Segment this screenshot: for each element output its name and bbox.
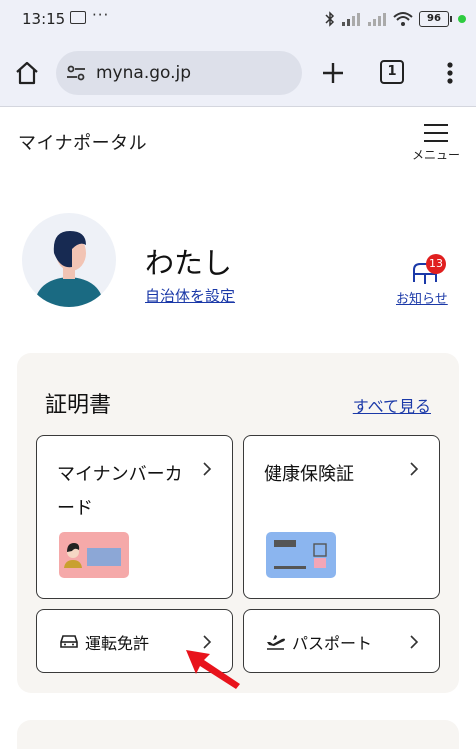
notifications-link[interactable]: お知らせ	[396, 288, 448, 307]
passport-label: パスポート	[292, 634, 373, 653]
url-text: myna.go.jp	[96, 63, 192, 83]
mynumber-card-label: マイナンバーカード	[57, 464, 183, 519]
status-time: 13:15	[22, 10, 66, 28]
new-tab-icon[interactable]	[320, 60, 346, 86]
home-icon[interactable]	[14, 60, 40, 86]
status-icons: 96	[325, 9, 466, 29]
menu-button[interactable]: メニュー	[410, 124, 462, 166]
menu-label: メニュー	[411, 148, 460, 162]
health-insurance-label: 健康保険証	[264, 464, 354, 485]
car-icon	[60, 635, 78, 648]
mynumber-card-tile[interactable]: マイナンバーカード	[36, 435, 233, 599]
privacy-dot	[458, 15, 466, 23]
hamburger-icon	[424, 124, 448, 142]
user-name: わたし	[145, 246, 233, 280]
mynumber-card-illustration	[59, 532, 129, 578]
notification-count-badge: 13	[426, 254, 446, 274]
certificates-title: 証明書	[45, 393, 112, 418]
see-all-link[interactable]: すべて見る	[353, 393, 431, 417]
site-settings-icon[interactable]	[66, 63, 86, 83]
signal-icon-2	[368, 13, 386, 26]
status-bar: 13:15 ··· 96	[0, 0, 476, 40]
tab-switcher-button[interactable]: 1	[380, 60, 404, 84]
bluetooth-icon	[325, 11, 335, 27]
battery-level: 96	[419, 11, 449, 27]
drivers-license-label: 運転免許	[85, 634, 150, 653]
next-section-panel	[17, 720, 459, 749]
signal-icon	[342, 13, 360, 26]
site-logo[interactable]: マイナポータル	[18, 129, 147, 155]
address-bar[interactable]: myna.go.jp	[56, 51, 302, 95]
user-avatar-icon	[34, 231, 104, 307]
status-more-indicator: ···	[92, 6, 110, 24]
notifications-button[interactable]: 13 お知らせ	[392, 254, 458, 310]
airplane-icon	[267, 635, 285, 650]
wifi-icon	[393, 12, 413, 26]
chevron-right-icon	[203, 462, 212, 476]
health-insurance-tile[interactable]: 健康保険証	[243, 435, 440, 599]
annotation-arrow-icon	[186, 650, 240, 689]
passport-tile[interactable]: パスポート	[243, 609, 440, 673]
more-vert-icon[interactable]	[440, 58, 460, 88]
health-insurance-illustration	[266, 532, 336, 578]
browser-toolbar: myna.go.jp 1	[0, 40, 476, 107]
set-municipality-link[interactable]: 自治体を設定	[145, 285, 235, 306]
avatar	[22, 213, 116, 307]
battery-icon: 96	[419, 11, 452, 27]
chevron-right-icon	[410, 462, 419, 476]
chevron-right-icon	[410, 635, 419, 649]
notification-icon	[70, 11, 86, 24]
